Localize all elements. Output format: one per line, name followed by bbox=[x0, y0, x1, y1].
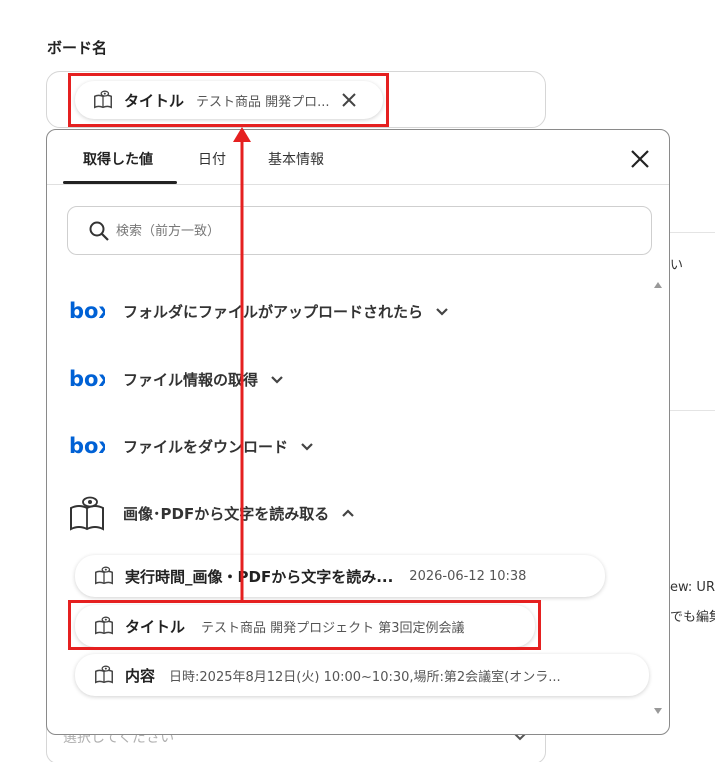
scroll-up-arrow[interactable] bbox=[653, 280, 663, 290]
section-file-download[interactable]: box ファイルをダウンロード bbox=[69, 435, 314, 457]
section-title: フォルダにファイルがアップロードされたら bbox=[123, 302, 424, 321]
svg-text:box: box bbox=[69, 368, 105, 390]
value-chip-exec-time[interactable]: 実行時間_画像・PDFから文字を読み... 2026-06-12 10:38 bbox=[75, 555, 605, 597]
bg-text-fragment: い bbox=[670, 258, 684, 273]
chip-title: 実行時間_画像・PDFから文字を読み... bbox=[125, 567, 394, 586]
search-box bbox=[67, 206, 652, 255]
section-title: ファイル情報の取得 bbox=[123, 370, 259, 389]
section-ocr[interactable]: 画像･PDFから文字を読み取る bbox=[69, 494, 355, 532]
book-eye-icon bbox=[95, 566, 113, 585]
chevron-up-icon bbox=[342, 509, 354, 517]
section-title: 画像･PDFから文字を読み取る bbox=[123, 504, 330, 523]
box-logo-icon: box bbox=[69, 300, 105, 322]
svg-text:box: box bbox=[69, 300, 105, 322]
board-name-label: ボード名 bbox=[47, 39, 108, 57]
bg-text-fragment: でも編集 bbox=[670, 610, 715, 625]
highlight-box-title-item bbox=[68, 600, 541, 650]
bg-divider-top bbox=[670, 232, 715, 233]
section-title: ファイルをダウンロード bbox=[123, 437, 289, 456]
chevron-down-icon bbox=[301, 443, 313, 451]
book-eye-icon bbox=[95, 665, 113, 684]
book-eye-icon bbox=[70, 496, 104, 531]
bg-divider-mid bbox=[670, 410, 715, 411]
chip-value: 2026-06-12 10:38 bbox=[409, 568, 527, 584]
chevron-down-icon bbox=[436, 308, 448, 316]
tab-bar: 取得した値 日付 基本情報 bbox=[47, 130, 669, 185]
close-icon[interactable] bbox=[629, 148, 651, 170]
tab-basic-info[interactable]: 基本情報 bbox=[268, 149, 324, 169]
box-logo-icon: box bbox=[69, 435, 105, 457]
value-chip-content[interactable]: 内容 日時:2025年8月12日(火) 10:00~10:30,場所:第2会議室… bbox=[75, 654, 649, 696]
chevron-down-icon bbox=[271, 376, 283, 384]
highlight-box-selected-chip bbox=[68, 73, 389, 127]
active-tab-indicator bbox=[63, 181, 177, 184]
chip-title: 内容 bbox=[125, 666, 156, 685]
box-logo-icon: box bbox=[69, 368, 105, 390]
tab-acquired-values[interactable]: 取得した値 bbox=[83, 149, 153, 169]
chip-value: 日時:2025年8月12日(火) 10:00~10:30,場所:第2会議室(オン… bbox=[169, 669, 561, 685]
scroll-down-arrow[interactable] bbox=[653, 706, 663, 716]
svg-text:box: box bbox=[69, 435, 105, 457]
tab-date[interactable]: 日付 bbox=[198, 149, 226, 169]
search-icon bbox=[89, 221, 109, 241]
bg-text-fragment: ew: UR bbox=[670, 580, 715, 595]
search-input[interactable] bbox=[116, 219, 616, 243]
section-folder-upload[interactable]: box フォルダにファイルがアップロードされたら bbox=[69, 300, 449, 322]
section-file-info[interactable]: box ファイル情報の取得 bbox=[69, 368, 284, 390]
